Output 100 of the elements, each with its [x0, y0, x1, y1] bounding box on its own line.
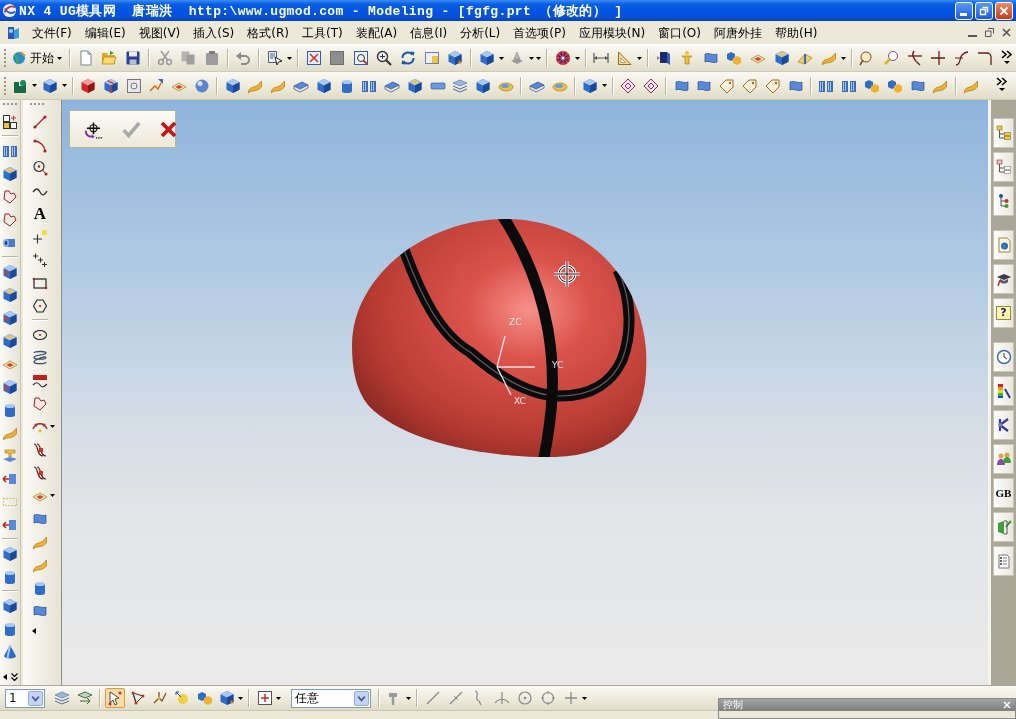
wheel-icon[interactable] [554, 50, 571, 66]
restore-button[interactable] [975, 1, 993, 20]
minimize-button[interactable] [955, 1, 973, 20]
web-document-icon[interactable] [995, 237, 1012, 253]
caret-icon[interactable] [50, 425, 55, 428]
help-button[interactable]: ? [993, 298, 1014, 328]
resource-tab[interactable] [993, 342, 1014, 372]
cube-icon[interactable] [475, 77, 492, 94]
caret-icon[interactable] [601, 84, 607, 87]
cubes-icon[interactable] [886, 77, 903, 94]
layers-icon[interactable] [452, 77, 469, 94]
caret-icon[interactable] [636, 56, 642, 60]
close-button[interactable] [995, 1, 1013, 20]
cube-boss-icon[interactable] [2, 332, 18, 349]
restore-icon[interactable] [985, 28, 994, 37]
points-icon[interactable] [32, 251, 48, 268]
outline-icon[interactable] [2, 211, 18, 228]
chevron-icon[interactable] [994, 76, 1010, 92]
tree-icon[interactable] [995, 125, 1012, 141]
cubes-icon[interactable] [726, 50, 743, 66]
cube-icon[interactable] [42, 77, 59, 94]
menu-item[interactable]: 文件(F) [25, 22, 79, 43]
line-icon[interactable] [424, 690, 441, 706]
caret-icon[interactable] [582, 696, 588, 700]
clipboard-icon[interactable] [203, 50, 220, 66]
clock-icon[interactable] [995, 349, 1012, 365]
menu-item[interactable]: 帮助(H) [768, 22, 824, 43]
curve-icon[interactable] [953, 50, 970, 66]
resource-tab[interactable] [993, 376, 1014, 406]
grid-icon[interactable] [2, 113, 18, 130]
menu-item[interactable]: 工具(T) [295, 22, 350, 43]
corner-icon[interactable] [977, 50, 994, 66]
circle-icon[interactable] [32, 159, 48, 176]
cube-boss-icon[interactable] [406, 77, 423, 94]
sheet-icon[interactable] [702, 50, 719, 66]
caret-icon[interactable] [50, 494, 55, 497]
cube-boss-icon[interactable] [2, 165, 18, 182]
menu-item[interactable]: 首选项(P) [506, 22, 573, 43]
resource-tab[interactable] [993, 410, 1014, 440]
polygon-icon[interactable] [32, 297, 48, 314]
cube-pocket-icon[interactable] [2, 378, 18, 395]
menu-item[interactable]: 格式(R) [240, 22, 296, 43]
caret-icon[interactable] [61, 84, 67, 87]
menu-item[interactable]: 视图(V) [132, 22, 187, 43]
undo-arrow-icon[interactable] [235, 50, 252, 66]
line-icon[interactable] [32, 113, 48, 130]
caret-icon[interactable] [31, 84, 37, 87]
layer-dropdown[interactable]: 1 [5, 688, 45, 708]
dimension-icon[interactable] [593, 50, 610, 66]
cube-icon[interactable] [2, 597, 18, 614]
window-panel-icon[interactable] [423, 50, 440, 66]
cylinder-icon[interactable] [2, 401, 18, 418]
tag-icon[interactable] [764, 77, 781, 94]
cube-icon[interactable] [224, 77, 241, 94]
rotate-icon[interactable] [399, 50, 416, 66]
zigzag-arrow-icon[interactable] [148, 77, 165, 94]
gift-box-icon[interactable] [102, 77, 119, 94]
resource-tab[interactable] [993, 264, 1014, 294]
diamond-icon[interactable] [620, 77, 637, 94]
cube-icon[interactable] [79, 77, 96, 94]
type-filter-dropdown[interactable]: 任意 [291, 688, 372, 708]
probe-icon[interactable] [883, 50, 899, 66]
cube-pocket-icon[interactable] [2, 309, 18, 326]
t-shape-icon[interactable] [2, 447, 18, 464]
menu-item[interactable]: 装配(A) [349, 22, 404, 43]
chevrons-down-icon[interactable] [10, 673, 18, 681]
cross-lines-icon[interactable] [930, 50, 947, 66]
cubes-icon[interactable] [863, 77, 880, 94]
diamond-icon[interactable] [642, 77, 659, 94]
menu-item[interactable]: 分析(L) [453, 22, 507, 43]
list-icon[interactable] [995, 553, 1012, 569]
layer-move-icon[interactable] [76, 690, 93, 706]
menu-item[interactable]: 插入(S) [186, 22, 241, 43]
zoom-window-icon[interactable] [352, 50, 369, 66]
text-tool-button[interactable]: A [32, 205, 48, 222]
bridge-curve-icon[interactable] [32, 441, 48, 458]
globe-icon[interactable] [11, 50, 27, 66]
quadrant-icon[interactable] [539, 690, 556, 706]
equation-curve-icon[interactable] [32, 372, 48, 389]
caret-icon[interactable] [406, 696, 412, 700]
arrow-left-icon[interactable] [2, 674, 7, 680]
trim-curve-icon[interactable] [906, 50, 923, 66]
menu-item[interactable]: 阿唐外挂 [707, 22, 769, 43]
cube-pocket-icon[interactable] [2, 263, 18, 280]
document-pointer-icon[interactable] [266, 50, 283, 66]
color-scale-icon[interactable] [995, 383, 1012, 399]
caret-icon[interactable] [574, 56, 580, 60]
circle-center-icon[interactable] [516, 690, 533, 706]
point-icon[interactable] [32, 228, 48, 245]
resource-tab[interactable] [993, 444, 1014, 474]
cylinder-icon[interactable] [2, 620, 18, 637]
menu-item[interactable]: 应用模块(N) [572, 22, 652, 43]
cube-boss-icon[interactable] [2, 286, 18, 303]
menu-item[interactable]: 窗口(O) [651, 22, 708, 43]
caret-icon[interactable] [57, 56, 62, 60]
resource-tab[interactable] [993, 186, 1014, 216]
menu-item[interactable]: 编辑(E) [78, 22, 133, 43]
square-hole-icon[interactable] [125, 77, 142, 94]
perpendicular-icon[interactable] [493, 690, 510, 706]
caret-icon[interactable] [286, 56, 292, 60]
